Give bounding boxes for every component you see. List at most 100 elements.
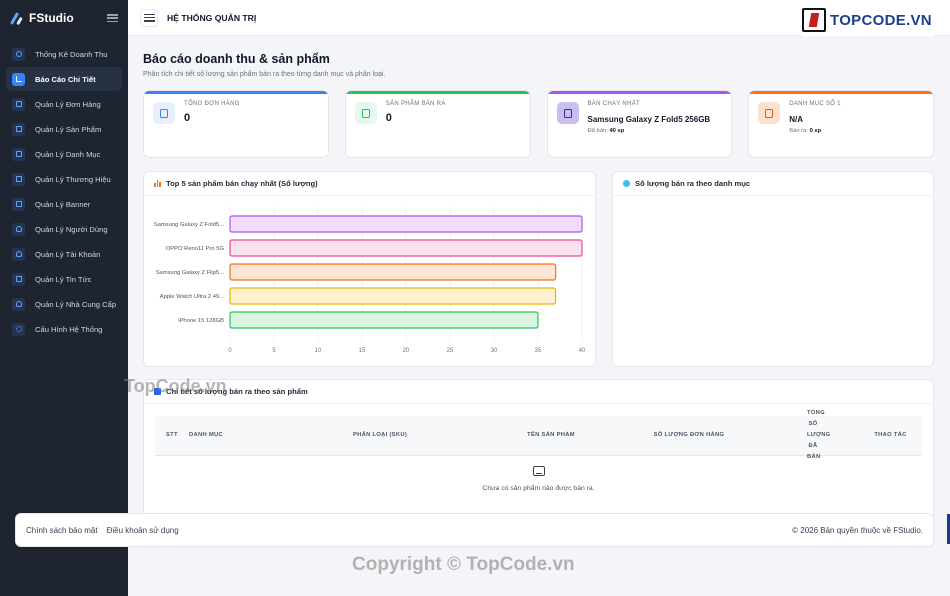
cart-icon bbox=[12, 122, 25, 136]
footer: Chính sách bảo mật Điều khoản sử dụng © … bbox=[15, 513, 934, 547]
topcode-mark-icon bbox=[802, 8, 826, 32]
sidebar-item-label: Quản Lý Đơn Hàng bbox=[35, 99, 101, 109]
inbox-icon bbox=[532, 466, 545, 476]
y-tick-label: iPhone 15 128GB bbox=[178, 318, 224, 324]
stat-value: Samsung Galaxy Z Fold5 256GB bbox=[587, 115, 711, 124]
cube-icon bbox=[12, 47, 25, 61]
sidebar-item-5[interactable]: Quản Lý Danh Mục bbox=[6, 142, 122, 166]
category-title: Số lượng bán ra theo danh mục bbox=[635, 179, 751, 188]
stat-body: DANH MỤC SỐ 1 N/A Bán ra: 0 sp bbox=[789, 101, 841, 147]
brand: FStudio bbox=[0, 0, 128, 36]
users-icon bbox=[12, 247, 25, 261]
sidebar-item-label: Quản Lý Danh Mục bbox=[35, 149, 101, 159]
category-panel: Số lượng bán ra theo danh mục bbox=[612, 171, 934, 367]
empty-state-text: Chưa có sản phẩm nào được bán ra. bbox=[482, 485, 595, 492]
column-header[interactable]: TỔNG SỐ LƯỢNG ĐÃ BÁN bbox=[767, 408, 859, 463]
gear-icon bbox=[12, 322, 25, 336]
copy-icon bbox=[12, 172, 25, 186]
x-tick-label: 15 bbox=[359, 348, 366, 354]
hamburger-icon bbox=[143, 13, 155, 22]
stat-body: SẢN PHẨM BÁN RA 0 bbox=[386, 101, 446, 147]
category-header: Số lượng bán ra theo danh mục bbox=[613, 172, 933, 196]
stat-value: N/A bbox=[789, 115, 804, 124]
topcode-logo-text: TOPCODE.VN bbox=[830, 11, 932, 29]
footer-copyright: © 2026 Bản quyền thuộc về FStudio. bbox=[792, 525, 923, 535]
sidebar-item-6[interactable]: Quản Lý Thương Hiệu bbox=[6, 167, 122, 191]
privacy-link[interactable]: Chính sách bảo mật bbox=[26, 526, 98, 535]
sidebar-menu: Thống Kê Doanh Thu Báo Cáo Chi Tiết Quản L… bbox=[0, 42, 128, 341]
x-tick-label: 35 bbox=[535, 348, 542, 354]
stat-card-3: BÁN CHẠY NHẤT Samsung Galaxy Z Fold5 256G… bbox=[546, 90, 733, 158]
stat-label: TỔNG ĐƠN HÀNG bbox=[184, 101, 240, 107]
page-title: Báo cáo doanh thu & sản phẩm bbox=[143, 52, 330, 66]
table-header-row: STT DANH MỤC PHÂN LOẠI (SKU) TÊN SẢN PHẨM SỐ… bbox=[155, 410, 922, 460]
bar[interactable] bbox=[229, 239, 583, 257]
column-header[interactable]: THAO TÁC bbox=[859, 430, 922, 441]
sidebar-item-11[interactable]: Quản Lý Nhà Cung Cấp bbox=[6, 292, 122, 316]
terms-link[interactable]: Điều khoản sử dụng bbox=[107, 526, 179, 535]
column-header[interactable]: PHÂN LOẠI (SKU) bbox=[269, 430, 491, 441]
x-tick-label: 30 bbox=[491, 348, 498, 354]
news-icon bbox=[12, 272, 25, 286]
sidebar-item-label: Quản Lý Banner bbox=[35, 199, 91, 209]
bar[interactable] bbox=[229, 215, 583, 233]
sidebar-item-12[interactable]: Cấu Hình Hệ Thống bbox=[6, 317, 122, 341]
x-tick-label: 5 bbox=[272, 348, 276, 354]
x-tick-label: 10 bbox=[315, 348, 322, 354]
stat-card-2: SẢN PHẨM BÁN RA 0 bbox=[344, 90, 531, 158]
y-tick-label: Samsung Galaxy Z Flip5... bbox=[156, 270, 225, 276]
sidebar-item-label: Báo Cáo Chi Tiết bbox=[35, 74, 96, 84]
sidebar-item-3[interactable]: Quản Lý Đơn Hàng bbox=[6, 92, 122, 116]
receipt-icon bbox=[153, 102, 175, 124]
column-header[interactable]: STT bbox=[155, 430, 189, 441]
bag-icon bbox=[354, 102, 377, 124]
sidebar-item-label: Quản Lý Sản Phẩm bbox=[35, 124, 102, 134]
x-tick-label: 25 bbox=[447, 348, 454, 354]
brand-name: FStudio bbox=[29, 11, 74, 25]
sidebar-item-label: Cấu Hình Hệ Thống bbox=[35, 324, 103, 334]
sidebar-item-label: Quản Lý Nhà Cung Cấp bbox=[35, 299, 117, 309]
medal-icon bbox=[556, 102, 579, 124]
menu-toggle-button[interactable] bbox=[140, 8, 158, 27]
topbar: HỆ THỐNG QUẢN TRỊ TOPCODE.VN bbox=[128, 0, 950, 36]
top-products-header: Top 5 sản phẩm bán chạy nhất (Số lượng) bbox=[144, 172, 595, 196]
supplier-icon bbox=[12, 297, 25, 311]
sidebar-item-label: Thống Kê Doanh Thu bbox=[35, 49, 108, 59]
column-header[interactable]: SỐ LƯỢNG ĐƠN HÀNG bbox=[611, 430, 767, 441]
copy-icon bbox=[12, 147, 25, 161]
bar-chart-icon bbox=[154, 180, 162, 187]
folder-icon bbox=[758, 102, 781, 124]
column-header[interactable]: TÊN SẢN PHẨM bbox=[491, 430, 611, 441]
sidebar-item-1[interactable]: Thống Kê Doanh Thu bbox=[6, 42, 122, 66]
bar[interactable] bbox=[229, 287, 557, 305]
stat-body: BÁN CHẠY NHẤT Samsung Galaxy Z Fold5 256G… bbox=[588, 101, 711, 147]
x-tick-label: 40 bbox=[579, 348, 586, 354]
page-subtitle: Phân tích chi tiết số lượng sản phẩm bán… bbox=[143, 71, 386, 78]
column-header[interactable]: DANH MỤC bbox=[189, 430, 269, 441]
bar-chart-icon bbox=[12, 72, 25, 86]
brand-logo-icon bbox=[9, 11, 23, 25]
image-icon bbox=[12, 197, 25, 211]
sidebar-item-7[interactable]: Quản Lý Banner bbox=[6, 192, 122, 216]
sidebar-item-label: Quản Lý Thương Hiệu bbox=[35, 174, 111, 184]
sidebar-item-8[interactable]: Quản Lý Người Dùng bbox=[6, 217, 122, 241]
footer-links: Chính sách bảo mật Điều khoản sử dụng bbox=[26, 526, 792, 535]
bar[interactable] bbox=[229, 263, 557, 281]
stat-note: Đã bán: 40 sp bbox=[587, 128, 625, 134]
sidebar-item-2[interactable]: Báo Cáo Chi Tiết bbox=[6, 67, 122, 91]
sidebar-item-9[interactable]: Quản Lý Tài Khoản bbox=[6, 242, 122, 266]
table-icon bbox=[154, 388, 161, 395]
card-icon bbox=[12, 97, 25, 111]
sidebar: FStudio Thống Kê Doanh Thu Báo Cáo Chi Ti… bbox=[0, 0, 128, 596]
charts-row: Top 5 sản phẩm bán chạy nhất (Số lượng) … bbox=[143, 171, 934, 367]
main-content: Báo cáo doanh thu & sản phẩm Phân tích c… bbox=[128, 36, 950, 596]
sidebar-item-4[interactable]: Quản Lý Sản Phẩm bbox=[6, 117, 122, 141]
sidebar-toggle-icon[interactable] bbox=[107, 14, 118, 22]
bar[interactable] bbox=[229, 311, 539, 329]
sidebar-item-10[interactable]: Quản Lý Tin Tức bbox=[6, 267, 122, 291]
y-tick-label: OPPO Reno11 Pro 5G bbox=[166, 246, 225, 252]
y-tick-label: Samsung Galaxy Z Fold5... bbox=[154, 222, 225, 228]
stat-body: TỔNG ĐƠN HÀNG 0 bbox=[184, 101, 240, 147]
stat-label: DANH MỤC SỐ 1 bbox=[789, 101, 841, 107]
top-products-title: Top 5 sản phẩm bán chạy nhất (Số lượng) bbox=[166, 179, 318, 188]
